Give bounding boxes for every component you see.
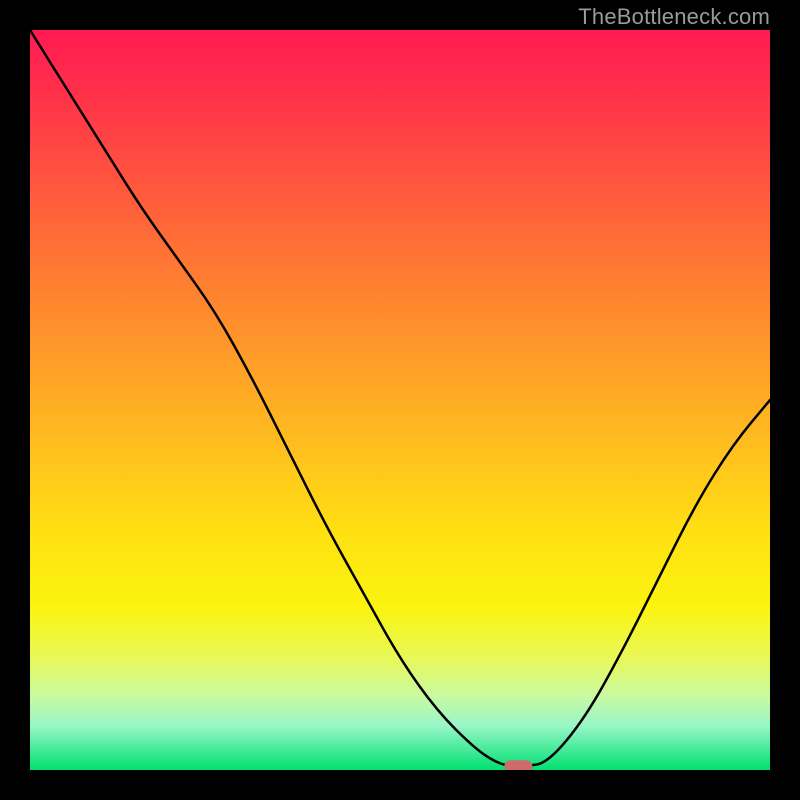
plot-area — [30, 30, 770, 770]
chart-frame: TheBottleneck.com — [0, 0, 800, 800]
optimal-point-marker — [504, 760, 532, 770]
curve-layer — [30, 30, 770, 770]
watermark-text: TheBottleneck.com — [578, 4, 770, 30]
bottleneck-curve — [30, 30, 770, 766]
